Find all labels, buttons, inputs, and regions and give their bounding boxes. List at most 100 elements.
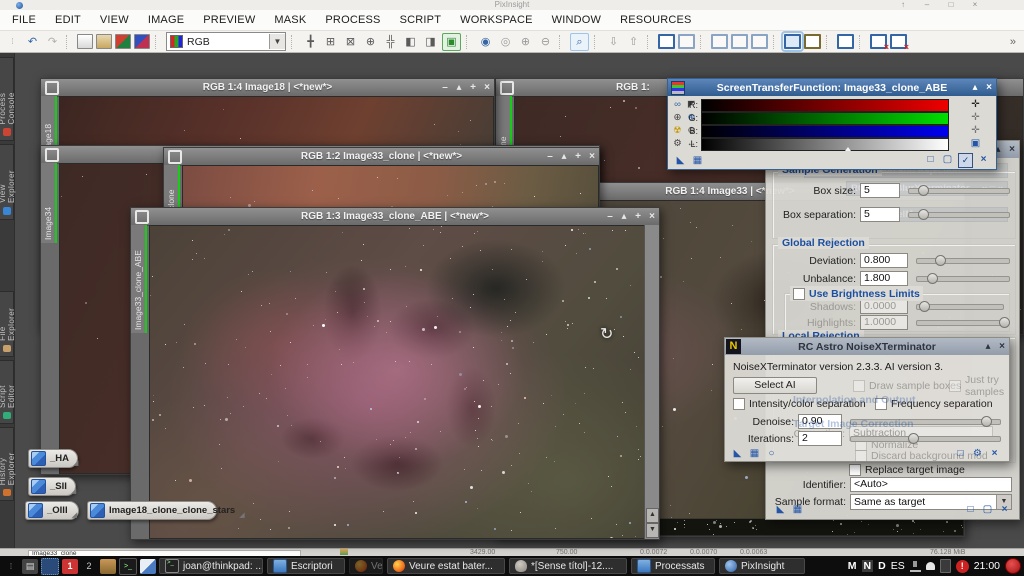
image34-view-tab[interactable]: Image34 <box>41 163 57 243</box>
reset-icon[interactable]: × <box>977 153 990 166</box>
magnifier-icon[interactable]: ⌕ <box>570 33 589 51</box>
resize-grip[interactable]: ◢ <box>73 459 78 467</box>
main-canvas[interactable]: ↻ <box>149 225 645 539</box>
menu-item-file[interactable]: FILE <box>12 14 36 26</box>
pan-mode-icon[interactable]: ╋ <box>302 34 319 50</box>
new-instance-icon[interactable]: ▢ <box>981 503 994 516</box>
dialog-shade-icon[interactable]: ▴ <box>981 341 995 352</box>
resize-grip[interactable]: ◢ <box>239 511 244 519</box>
shadows-field[interactable]: 0.0000 <box>860 299 908 314</box>
dock-tab-view-explorer[interactable]: View Explorer <box>0 144 14 220</box>
window-shade-icon[interactable]: ▴ <box>617 211 631 222</box>
abe-global-rejection-header[interactable]: Global Rejection <box>778 237 869 249</box>
deviation-slider[interactable] <box>916 258 1010 264</box>
crop-mode-icon[interactable]: ▣ <box>442 33 461 51</box>
indicator-d[interactable]: D <box>878 560 886 572</box>
shadows-slider[interactable] <box>916 304 1004 310</box>
window-shade-icon[interactable]: ▴ <box>557 151 571 162</box>
close-all-icon[interactable] <box>870 34 887 49</box>
taskbar-button-escriptori[interactable]: Escriptori <box>267 558 345 574</box>
screen-target-icon[interactable]: ▣ <box>969 138 982 150</box>
toolbar-overflow-icon[interactable]: » <box>1010 36 1016 48</box>
expand-windows-icon[interactable] <box>731 34 748 49</box>
box-size-slider[interactable] <box>908 188 1010 194</box>
channel-selector-dropdown-icon[interactable]: ▼ <box>269 34 285 49</box>
shrink-windows-icon[interactable] <box>751 34 768 49</box>
iconized-window-sii[interactable]: _SII◢ <box>28 477 76 496</box>
zoom-in-mode-icon[interactable]: ⊞ <box>322 34 339 50</box>
box-separation-slider[interactable] <box>908 212 1010 218</box>
iconized-window-oiii[interactable]: _OIII◢ <box>25 501 79 520</box>
taskbar-button-ve[interactable]: Ve <box>349 558 383 574</box>
apply-triangle-icon[interactable]: ◣ <box>774 503 787 516</box>
stf-dialog[interactable]: ScreenTransferFunction: Image33_clone_AB… <box>667 78 997 170</box>
select-ai-button[interactable]: Select AI <box>733 377 817 394</box>
undo-icon[interactable]: ↶ <box>24 34 41 50</box>
dock-tab-file-explorer[interactable]: File Explorer <box>0 291 14 357</box>
channel-gradient-slider[interactable] <box>701 138 949 151</box>
unbalance-slider[interactable] <box>916 276 1010 282</box>
app-maximize-button[interactable]: □ <box>944 0 958 10</box>
iconized-window-image18-clone-clone-stars[interactable]: Image18_clone_clone_stars◢ <box>87 501 217 520</box>
menu-item-preview[interactable]: PREVIEW <box>203 14 255 26</box>
menu-item-view[interactable]: VIEW <box>100 14 129 26</box>
taskbar-button-processats[interactable]: Processats <box>631 558 715 574</box>
box-size-field[interactable]: 5 <box>860 183 900 198</box>
identifier-field[interactable]: <Auto> <box>850 477 1012 492</box>
iterations-field[interactable]: 2 <box>798 431 842 446</box>
replace-target-image-checkbox[interactable] <box>849 464 861 476</box>
previous-image-icon[interactable]: ⇩ <box>605 34 622 50</box>
resize-grip[interactable]: ◢ <box>71 487 76 495</box>
zoom-1-1-icon[interactable]: ◉ <box>477 34 494 50</box>
swap-screens-icon[interactable] <box>837 34 854 49</box>
window-close-icon[interactable]: × <box>585 151 599 162</box>
menu-item-window[interactable]: WINDOW <box>552 14 601 26</box>
taskbar-button-pixinsight[interactable]: PixInsight <box>719 558 805 574</box>
close-workspace-icon[interactable] <box>890 34 907 49</box>
dialog-shade-icon[interactable]: ▴ <box>968 82 982 93</box>
channel-gradient-slider[interactable] <box>701 125 949 138</box>
image-window-image33-clone-abe[interactable]: RGB 1:3 Image33_clone_ABE | <*new*> – ▴ … <box>130 207 660 540</box>
terminal-launcher-icon[interactable]: >_ <box>119 558 137 575</box>
enable-stf-checkbox[interactable]: ✓ <box>958 153 973 168</box>
realtime-preview-icon[interactable]: ○ <box>765 447 778 460</box>
reset-icon[interactable]: × <box>998 503 1011 516</box>
network-icon[interactable] <box>910 561 921 572</box>
menu-item-script[interactable]: SCRIPT <box>400 14 442 26</box>
battery-icon[interactable] <box>940 559 951 573</box>
channel-selector[interactable]: RGB ▼ <box>166 32 286 51</box>
menu-item-process[interactable]: PROCESS <box>325 14 380 26</box>
menu-item-workspace[interactable]: WORKSPACE <box>460 14 533 26</box>
app-minimize-button[interactable]: – <box>920 0 934 10</box>
notifications-icon[interactable] <box>926 562 935 570</box>
nxt-dialog[interactable]: N RC Astro NoiseXTerminator ▴ × Draw sam… <box>724 337 1010 462</box>
center-image-icon[interactable]: ⊕ <box>362 34 379 50</box>
apply-triangle-icon[interactable]: ◣ <box>731 447 744 460</box>
split-view-icon[interactable] <box>658 34 675 49</box>
abe-dialog[interactable]: ▴ × Sample Generation and Rejection RC-A… <box>765 140 1020 520</box>
use-brightness-limits-checkbox[interactable] <box>793 288 805 300</box>
mask-enabled-icon[interactable] <box>804 34 821 49</box>
indicator-m[interactable]: M <box>848 560 857 572</box>
tile-windows-icon[interactable] <box>711 34 728 49</box>
save-image-icon[interactable] <box>115 34 131 49</box>
dialog-close-icon[interactable]: × <box>982 82 996 93</box>
scroll-down-icon[interactable]: ▼ <box>646 523 659 538</box>
readout-options-icon[interactable]: ◨ <box>422 34 439 50</box>
cascade-windows-icon[interactable] <box>678 34 695 49</box>
zoom-out-mode-icon[interactable]: ⊠ <box>342 34 359 50</box>
app-close-button[interactable]: × <box>968 0 982 10</box>
zoom-out-icon[interactable]: ⊖ <box>537 34 554 50</box>
apply-triangle-icon[interactable]: ◣ <box>674 154 687 167</box>
show-desktop-icon[interactable]: ▤ <box>22 559 38 574</box>
redo-icon[interactable]: ↷ <box>44 34 61 50</box>
window-close-icon[interactable]: × <box>480 82 494 93</box>
zoom-in-icon[interactable]: ⊕ <box>517 34 534 50</box>
browse-documentation-icon[interactable]: □ <box>954 447 967 460</box>
nxt-titlebar[interactable]: N RC Astro NoiseXTerminator ▴ × <box>725 338 1009 355</box>
menu-item-mask[interactable]: MASK <box>274 14 306 26</box>
new-image-icon[interactable] <box>77 34 93 49</box>
new-instance-icon[interactable]: ▢ <box>941 153 954 166</box>
resize-grip[interactable]: ◢ <box>72 511 77 519</box>
browse-documentation-icon[interactable]: □ <box>924 153 937 166</box>
